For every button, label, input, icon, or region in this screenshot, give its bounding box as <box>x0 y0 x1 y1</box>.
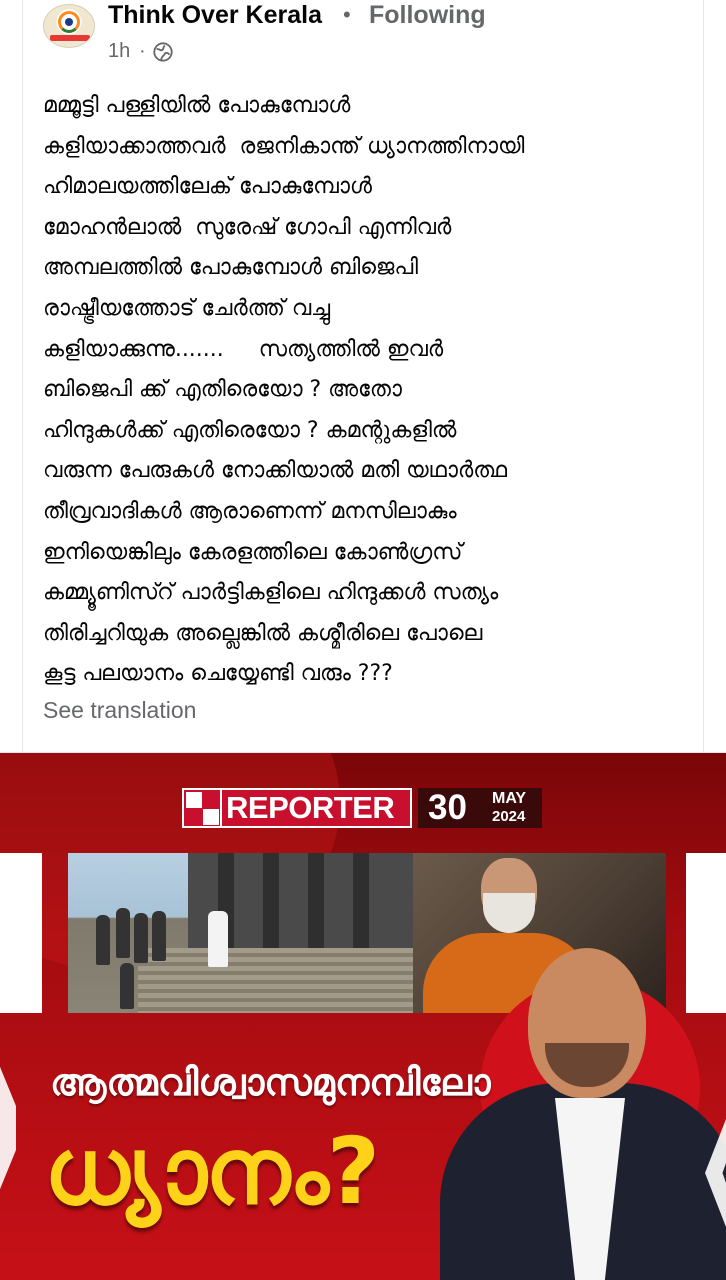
reporter-logo-mark <box>184 790 222 826</box>
see-translation-link[interactable]: See translation <box>43 697 196 724</box>
decor-chevron-left <box>0 1018 16 1238</box>
photo-memorial-steps <box>68 853 413 1013</box>
date-year: 2024 <box>492 808 526 825</box>
date-day: 30 <box>428 788 467 827</box>
white-panel-left <box>0 853 42 1013</box>
time-separator: · <box>139 40 146 62</box>
page-avatar[interactable] <box>43 4 95 48</box>
white-panel-right <box>686 853 726 1013</box>
post-image[interactable]: REPORTER 30 MAY 2024 ആത്മവിശ്വാസമുനമ്പില… <box>0 753 726 1280</box>
headline-line2: ധ്യാനം? <box>44 1118 380 1225</box>
headline-line1: ആത്മവിശ്വാസമുനമ്പിലോ <box>50 1061 491 1104</box>
reporter-logo: REPORTER <box>182 788 412 828</box>
header-separator: • <box>343 2 351 27</box>
reporter-logo-text: REPORTER <box>226 790 395 825</box>
following-button[interactable]: Following <box>369 1 486 30</box>
date-month: MAY <box>492 790 527 807</box>
post-timestamp[interactable]: 1h <box>108 40 130 63</box>
page-name[interactable]: Think Over Kerala <box>108 1 322 30</box>
globe-icon <box>153 42 173 62</box>
post-body-text: മമ്മൂട്ടി പള്ളിയിൽ പോകുമ്പോൾ കളിയാക്കാത്… <box>43 93 525 687</box>
date-badge: 30 MAY 2024 <box>418 788 542 828</box>
